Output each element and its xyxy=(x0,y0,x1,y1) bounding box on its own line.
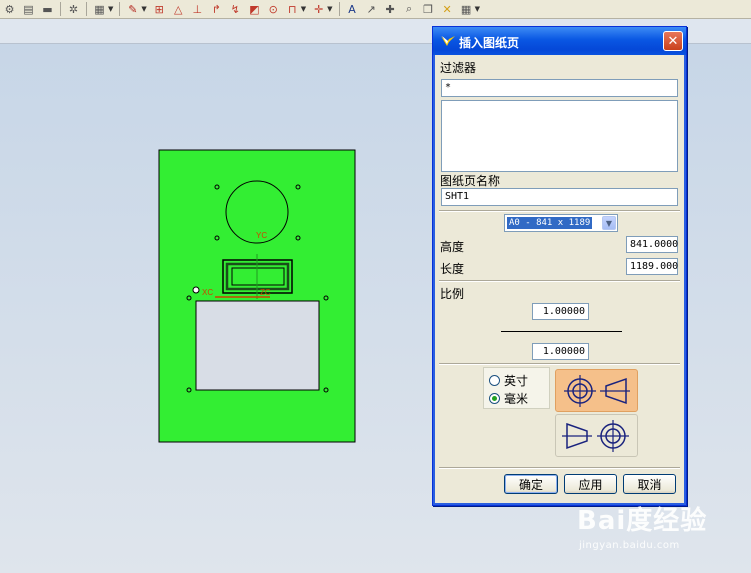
sheet-name-label: 图纸页名称 xyxy=(440,174,501,188)
toolbar-angle-icon[interactable]: △ xyxy=(170,2,187,17)
axis-label-yc: YC xyxy=(256,231,267,240)
dialog-titlebar[interactable]: 插入图纸页 ✕ xyxy=(433,27,686,55)
length-label: 长度 xyxy=(440,262,465,276)
scale-fraction-line xyxy=(501,331,622,332)
insert-sheet-dialog: 插入图纸页 ✕ 过滤器 * 图纸页名称 SHT1 A0 - 841 x 1189… xyxy=(432,26,687,506)
toolbar-weld-icon[interactable]: ✕ xyxy=(439,2,456,17)
dialog-title: 插入图纸页 xyxy=(459,36,520,50)
toolbar-paint-icon[interactable]: ✎ xyxy=(124,2,141,17)
toolbar-layout-icon[interactable]: ▤ xyxy=(20,2,37,17)
toolbar-frame-icon[interactable]: ⊞ xyxy=(151,2,168,17)
scale-label: 比例 xyxy=(440,287,465,301)
toolbar-separator xyxy=(60,2,61,16)
toolbar-view-icon[interactable]: ▦ xyxy=(91,2,108,17)
toolbar-sheet-icon[interactable]: ▬ xyxy=(39,2,56,17)
unit-mm-label: 毫米 xyxy=(504,392,529,406)
apply-button[interactable]: 应用 xyxy=(564,474,617,494)
toolbar-leader-icon[interactable]: ↗ xyxy=(363,2,380,17)
rectangular-cutout xyxy=(195,300,320,391)
filter-label: 过滤器 xyxy=(440,61,477,75)
toolbar-zoom-icon[interactable]: ⊙ xyxy=(265,2,282,17)
radio-circle-icon xyxy=(489,375,500,386)
toolbar-copy-icon[interactable]: ❐ xyxy=(420,2,437,17)
divider xyxy=(439,363,680,365)
divider xyxy=(439,280,680,282)
filter-input[interactable]: * xyxy=(441,79,678,97)
toolbar-dropdown-icon[interactable]: ▼ xyxy=(141,5,146,13)
third-angle-projection-button[interactable] xyxy=(555,414,638,457)
main-toolbar: ⚙ ▤ ▬ ✲ ▦ ▼ ✎ ▼ ⊞ △ ⊥ ↱ ↯ ◩ ⊙ ⊓ ▼ ✛ ▼ A … xyxy=(0,0,751,19)
toolbar-dropdown-icon[interactable]: ▼ xyxy=(108,5,113,13)
sheet-size-value: A0 - 841 x 1189 xyxy=(507,217,593,229)
axis-label-xc: XC xyxy=(202,288,213,297)
toolbar-separator xyxy=(86,2,87,16)
unit-mm-radio[interactable]: 毫米 xyxy=(489,390,528,407)
units-group: 英寸 毫米 xyxy=(483,367,550,409)
unit-inch-label: 英寸 xyxy=(504,374,529,388)
height-label: 高度 xyxy=(440,240,465,254)
toolbar-arrow-icon[interactable]: ↱ xyxy=(208,2,225,17)
third-angle-projection-icon xyxy=(562,420,629,452)
toolbar-dimension-icon[interactable]: ⊥ xyxy=(189,2,206,17)
scale-denominator-input[interactable]: 1.00000 xyxy=(532,343,589,360)
toolbar-text-icon[interactable]: A xyxy=(344,2,361,17)
chevron-down-icon[interactable]: ▼ xyxy=(602,216,616,230)
toolbar-separator xyxy=(119,2,121,16)
unit-inch-radio[interactable]: 英寸 xyxy=(489,372,528,389)
toolbar-dropdown-icon[interactable]: ▼ xyxy=(475,5,480,13)
sheet-name-input[interactable]: SHT1 xyxy=(441,188,678,206)
toolbar-dropdown-icon[interactable]: ▼ xyxy=(327,5,332,13)
axis-label-zc: ZC xyxy=(260,288,271,297)
baidu-watermark: Bai度经验 jingyan.baidu.com xyxy=(577,500,747,570)
height-input[interactable]: 841.0000 xyxy=(626,236,678,253)
nx-logo-icon xyxy=(441,36,455,46)
toolbar-search-icon[interactable]: ⌕ xyxy=(401,2,418,17)
first-angle-projection-icon xyxy=(564,375,630,407)
sheet-list[interactable] xyxy=(441,100,678,172)
origin-marker xyxy=(192,286,200,294)
toolbar-symbol-icon[interactable]: ✚ xyxy=(382,2,399,17)
dialog-body: 过滤器 * 图纸页名称 SHT1 A0 - 841 x 1189 ▼ 高度 84… xyxy=(437,55,682,501)
cancel-button[interactable]: 取消 xyxy=(623,474,676,494)
ok-button[interactable]: 确定 xyxy=(504,474,558,494)
toolbar-centerline-icon[interactable]: ✛ xyxy=(310,2,327,17)
toolbar-dropdown-icon[interactable]: ▼ xyxy=(301,5,306,13)
toolbar-section-icon[interactable]: ◩ xyxy=(246,2,263,17)
scale-numerator-input[interactable]: 1.00000 xyxy=(532,303,589,320)
toolbar-detail-icon[interactable]: ⊓ xyxy=(284,2,301,17)
divider xyxy=(439,210,680,212)
watermark-url: jingyan.baidu.com xyxy=(579,540,680,551)
close-button[interactable]: ✕ xyxy=(663,31,683,51)
toolbar-settings-icon[interactable]: ✲ xyxy=(65,2,82,17)
toolbar-gear-icon[interactable]: ⚙ xyxy=(1,2,18,17)
toolbar-separator xyxy=(338,2,340,16)
length-input[interactable]: 1189.000 xyxy=(626,258,678,275)
first-angle-projection-button[interactable] xyxy=(555,369,638,412)
toolbar-move-icon[interactable]: ↯ xyxy=(227,2,244,17)
toolbar-table-icon[interactable]: ▦ xyxy=(458,2,475,17)
close-icon: ✕ xyxy=(667,33,679,49)
divider xyxy=(439,467,680,469)
sheet-size-select[interactable]: A0 - 841 x 1189 ▼ xyxy=(504,214,618,232)
watermark-logo: Bai度经验 xyxy=(577,506,708,536)
radio-checked-icon xyxy=(489,393,500,404)
